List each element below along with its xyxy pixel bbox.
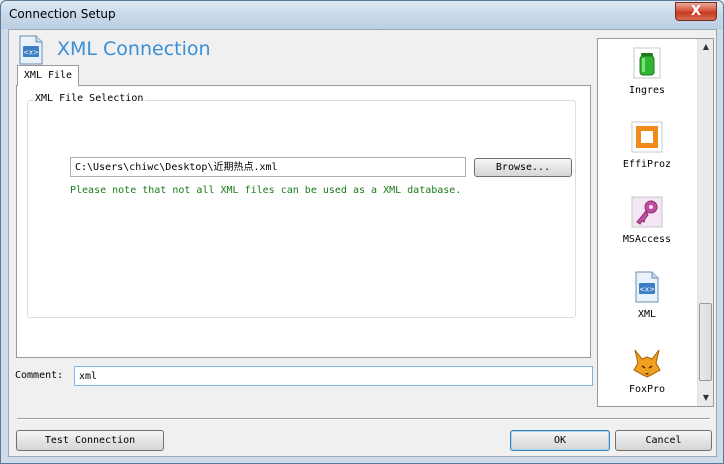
cancel-button[interactable]: Cancel <box>615 430 712 451</box>
list-item-label: XML <box>637 309 657 320</box>
group-label: XML File Selection <box>33 93 146 104</box>
footer-divider <box>17 418 710 420</box>
list-item-xml[interactable]: <x> XML <box>598 271 696 320</box>
list-item-label: MSAccess <box>622 234 672 245</box>
list-item-ingres[interactable]: Ingres <box>598 47 696 96</box>
comment-label: Comment: <box>15 370 64 381</box>
foxpro-icon <box>633 349 661 378</box>
effiproz-icon <box>631 121 663 153</box>
xml-icon: <x> <box>635 271 659 303</box>
vertical-scrollbar[interactable]: ▲ ▼ <box>697 39 713 406</box>
page-title: XML Connection <box>57 38 211 60</box>
list-item-foxpro[interactable]: FoxPro <box>598 346 696 395</box>
test-connection-button[interactable]: Test Connection <box>16 430 164 451</box>
window-title: Connection Setup <box>9 7 116 21</box>
xml-file-tab-panel: C:\Users\chiwc\Desktop\近期热点.xml Browse..… <box>16 85 591 358</box>
dialog-body: <x> XML Connection XML File C:\Users\chi… <box>8 29 717 457</box>
list-item-effiproz[interactable]: EffiProz <box>598 121 696 170</box>
msaccess-icon <box>631 196 663 228</box>
file-path-field[interactable]: C:\Users\chiwc\Desktop\近期热点.xml <box>70 157 466 177</box>
tab-xml-file[interactable]: XML File <box>17 65 79 86</box>
xml-compatibility-note: Please note that not all XML files can b… <box>70 185 462 196</box>
xml-file-icon: <x> <box>19 35 43 65</box>
list-item-label: FoxPro <box>628 384 666 395</box>
ingres-icon <box>633 47 661 79</box>
list-item-label: Ingres <box>628 85 666 96</box>
svg-text:<x>: <x> <box>23 49 39 57</box>
scroll-up-arrow-icon[interactable]: ▲ <box>698 39 714 55</box>
title-bar[interactable]: Connection Setup X <box>1 1 723 29</box>
connection-setup-window: Connection Setup X <x> XML Connection XM… <box>0 0 724 464</box>
list-item-label: EffiProz <box>622 159 672 170</box>
svg-text:<x>: <x> <box>639 286 655 294</box>
scroll-down-arrow-icon[interactable]: ▼ <box>698 390 714 406</box>
ok-button[interactable]: OK <box>510 430 610 451</box>
comment-field[interactable]: xml <box>74 366 593 386</box>
xml-file-selection-group: C:\Users\chiwc\Desktop\近期热点.xml Browse..… <box>27 100 576 318</box>
database-type-list[interactable]: Ingres EffiProz MSAccess <x> XML FoxPro … <box>597 38 714 407</box>
list-item-msaccess[interactable]: MSAccess <box>598 196 696 245</box>
close-button[interactable]: X <box>675 2 717 21</box>
scroll-thumb[interactable] <box>699 303 712 381</box>
browse-button[interactable]: Browse... <box>474 158 572 177</box>
